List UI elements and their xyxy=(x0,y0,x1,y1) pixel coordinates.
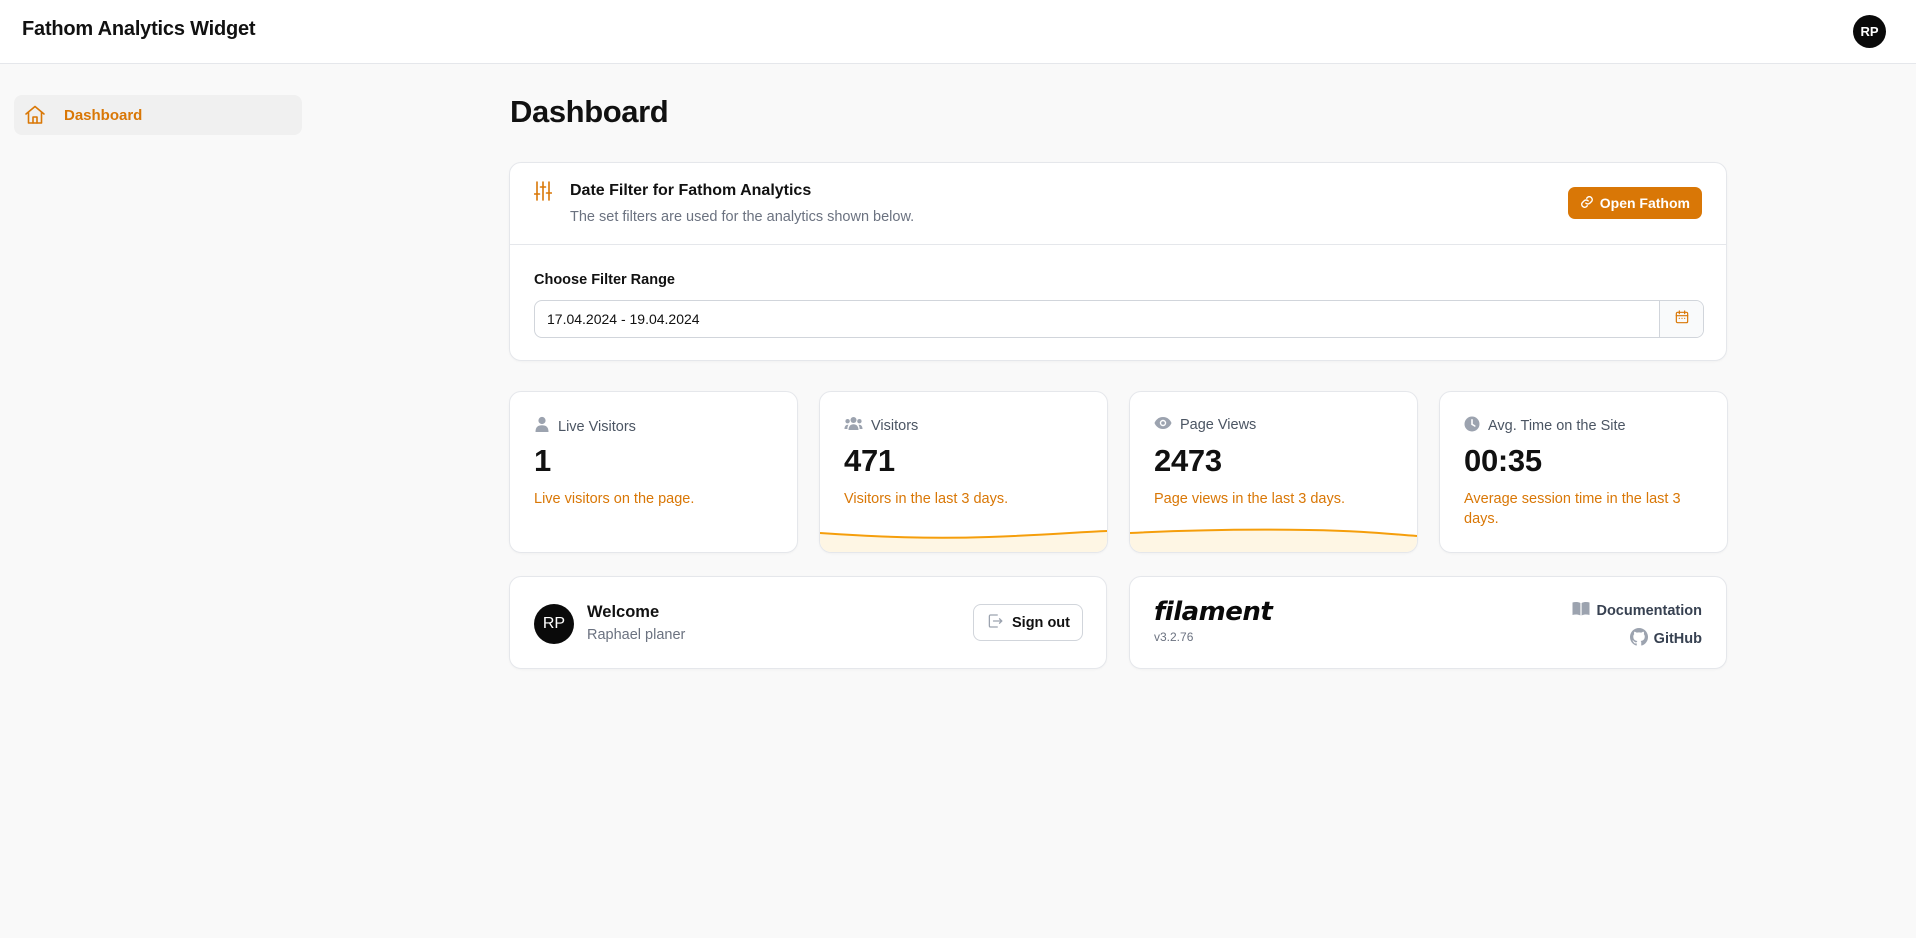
user-icon xyxy=(534,416,550,437)
sign-out-button[interactable]: Sign out xyxy=(973,604,1083,641)
stat-card-visitors: Visitors 471 Visitors in the last 3 days… xyxy=(819,391,1108,553)
stat-card-live-visitors: Live Visitors 1 Live visitors on the pag… xyxy=(509,391,798,553)
stat-card-avg-time: Avg. Time on the Site 00:35 Average sess… xyxy=(1439,391,1728,553)
stat-value: 00:35 xyxy=(1464,443,1542,478)
filter-range-label: Choose Filter Range xyxy=(534,272,675,288)
documentation-link[interactable]: Documentation xyxy=(1572,601,1702,620)
calendar-button[interactable] xyxy=(1659,301,1703,337)
visitors-sparkline xyxy=(820,530,1107,552)
home-icon xyxy=(22,102,48,128)
app-title: Fathom Analytics Widget xyxy=(22,18,256,40)
page-title: Dashboard xyxy=(510,94,669,129)
date-range-input[interactable]: 17.04.2024 - 19.04.2024 xyxy=(534,300,1704,338)
stat-value: 471 xyxy=(844,443,895,478)
open-fathom-button[interactable]: Open Fathom xyxy=(1567,187,1702,219)
stat-description: Page views in the last 3 days. xyxy=(1154,491,1346,507)
avatar: RP xyxy=(534,604,574,644)
documentation-label: Documentation xyxy=(1596,602,1702,619)
sign-out-label: Sign out xyxy=(1012,614,1070,631)
sidebar-item-label: Dashboard xyxy=(64,106,143,124)
sidebar-item-dashboard[interactable]: Dashboard xyxy=(14,95,302,135)
calendar-icon xyxy=(1674,309,1690,330)
logout-icon xyxy=(986,612,1004,634)
filament-info-widget: filament v3.2.76 Documentation GitHub xyxy=(1129,576,1727,669)
stat-description: Visitors in the last 3 days. xyxy=(844,491,1009,507)
account-widget: RP Welcome Raphael planer Sign out xyxy=(509,576,1107,669)
stat-label: Page Views xyxy=(1180,417,1257,433)
github-icon xyxy=(1629,628,1648,650)
stat-label: Avg. Time on the Site xyxy=(1488,418,1626,434)
filament-logo: filament xyxy=(1154,597,1273,627)
page-views-sparkline xyxy=(1130,528,1417,552)
open-fathom-label: Open Fathom xyxy=(1599,195,1690,211)
stat-card-page-views: Page Views 2473 Page views in the last 3… xyxy=(1129,391,1418,553)
link-icon xyxy=(1580,195,1594,212)
welcome-title: Welcome xyxy=(587,603,660,621)
github-label: GitHub xyxy=(1653,631,1702,647)
user-avatar[interactable]: RP xyxy=(1853,15,1886,48)
top-bar: Fathom Analytics Widget RP xyxy=(0,0,1916,64)
adjustments-icon xyxy=(533,181,553,206)
filter-description: The set filters are used for the analyti… xyxy=(570,209,915,225)
stat-label: Live Visitors xyxy=(558,418,636,435)
filter-card-header: Date Filter for Fathom Analytics The set… xyxy=(510,163,1726,245)
date-range-value[interactable]: 17.04.2024 - 19.04.2024 xyxy=(535,301,1659,337)
stat-value: 2473 xyxy=(1154,443,1222,478)
user-name: Raphael planer xyxy=(587,627,686,643)
eye-icon xyxy=(1154,416,1172,434)
filter-title: Date Filter for Fathom Analytics xyxy=(570,182,812,199)
users-icon xyxy=(844,416,863,436)
stat-value: 1 xyxy=(534,443,551,478)
stat-description: Average session time in the last 3 days. xyxy=(1464,491,1681,527)
stat-description: Live visitors on the page. xyxy=(534,491,695,507)
github-link[interactable]: GitHub xyxy=(1629,628,1702,650)
filament-version: v3.2.76 xyxy=(1154,630,1194,644)
date-filter-card: Date Filter for Fathom Analytics The set… xyxy=(509,162,1727,361)
clock-icon xyxy=(1464,416,1480,436)
book-icon xyxy=(1572,601,1590,620)
stat-label: Visitors xyxy=(871,418,919,434)
